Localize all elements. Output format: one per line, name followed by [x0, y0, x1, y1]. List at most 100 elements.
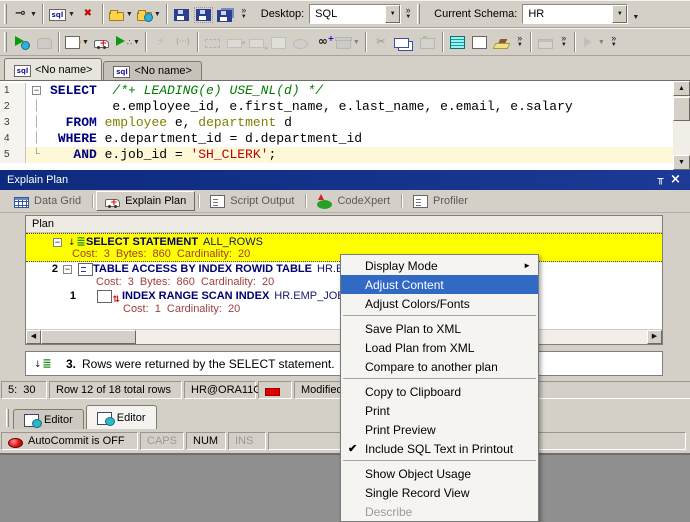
sql-editor-tab-1[interactable]: sql<No name>: [4, 58, 102, 80]
scroll-down-icon[interactable]: ▼: [673, 155, 690, 170]
editor-vertical-scrollbar[interactable]: ▲ ▼: [673, 81, 690, 170]
menu-item-load-plan-from-xml[interactable]: Load Plan from XML: [341, 338, 538, 357]
checkmark-icon: ✔: [348, 442, 357, 455]
current-schema-combo[interactable]: HR ▼: [522, 4, 628, 24]
sql-editor[interactable]: 1−SELECT /*+ LEADING(e) USE_NL(d) */2│ e…: [0, 80, 690, 170]
toolbar-grip[interactable]: [4, 32, 7, 52]
sql-code-area[interactable]: 1−SELECT /*+ LEADING(e) USE_NL(d) */2│ e…: [0, 81, 673, 170]
plan-column-header[interactable]: Plan: [26, 216, 662, 233]
toolbar-overflow-button[interactable]: »▼: [401, 3, 415, 25]
plan-context-menu: Display Mode►Adjust ContentAdjust Colors…: [340, 254, 539, 522]
code-text: FROM employee e, department d: [47, 115, 673, 131]
status-text: CAPS: [147, 435, 177, 447]
toolbar-overflow-button[interactable]: »▼: [513, 31, 527, 53]
dropdown-arrow-icon[interactable]: ▼: [133, 39, 140, 46]
code-line[interactable]: 3│ FROM employee e, department d: [0, 115, 673, 131]
eraser-icon: [493, 43, 511, 49]
menu-item-adjust-colors-fonts[interactable]: Adjust Colors/Fonts: [341, 294, 538, 313]
dropdown-arrow-icon[interactable]: ▼: [154, 11, 161, 18]
dropdown-arrow-icon[interactable]: ▼: [126, 11, 133, 18]
fold-margin[interactable]: −: [26, 83, 47, 99]
check-health-button[interactable]: [91, 31, 113, 53]
menu-item-adjust-content[interactable]: Adjust Content: [341, 275, 538, 294]
toolbar-overflow-button[interactable]: »▼: [557, 31, 571, 53]
save-all-button[interactable]: [215, 3, 237, 25]
menu-item-print[interactable]: Print: [341, 401, 538, 420]
save-as-button[interactable]: [193, 3, 215, 25]
dropdown-arrow-icon[interactable]: ▼: [598, 39, 605, 46]
save-all-icon: [217, 10, 232, 22]
window-tab-editor-1[interactable]: Editor: [13, 409, 84, 429]
menu-item-compare-to-another-plan[interactable]: Compare to another plan: [341, 357, 538, 376]
clear-button: ▼: [334, 31, 362, 53]
open-file-button[interactable]: ▼: [107, 3, 135, 25]
execute-as-script-button[interactable]: ▼: [63, 31, 91, 53]
plan-row-number: 1: [64, 289, 76, 303]
sql-editor-tab-2[interactable]: sql<No name>: [103, 61, 201, 80]
save-button[interactable]: [171, 3, 193, 25]
dropdown-arrow-icon[interactable]: ▼: [68, 11, 75, 18]
describe-select-button[interactable]: [447, 31, 469, 53]
open-schema-browser-button[interactable]: ▼: [135, 3, 163, 25]
tab-codexpert[interactable]: CodeXpert: [309, 191, 398, 211]
collapse-icon[interactable]: −: [53, 238, 62, 247]
dropdown-arrow-icon[interactable]: ▼: [353, 39, 360, 46]
code-line[interactable]: 5└ AND e.job_id = 'SH_CLERK';: [0, 147, 673, 163]
watch-variable-button[interactable]: ∞: [312, 31, 334, 53]
connect-button[interactable]: ⊸▼: [11, 3, 39, 25]
tab-explain-plan[interactable]: Explain Plan: [96, 191, 195, 211]
toolbar-grip[interactable]: [6, 409, 9, 427]
execute-explain-plan-button[interactable]: ▼: [113, 31, 142, 53]
window-tab-editor-2[interactable]: Editor: [86, 405, 157, 429]
disconnect-button[interactable]: ✖: [77, 3, 99, 25]
code-line[interactable]: 1−SELECT /*+ LEADING(e) USE_NL(d) */: [0, 83, 673, 99]
scrollbar-thumb[interactable]: [673, 97, 690, 121]
toolbar-grip[interactable]: [417, 4, 420, 24]
menu-item-label: Print Preview: [365, 423, 436, 437]
scroll-left-icon[interactable]: ◀: [26, 330, 41, 344]
line-number: 5: [0, 147, 26, 163]
status-panel: Row 12 of 18 total rows: [49, 381, 182, 399]
save-icon: [174, 9, 189, 21]
menu-item-show-object-usage[interactable]: Show Object Usage: [341, 464, 538, 483]
collapse-icon[interactable]: −: [63, 265, 72, 274]
toolbar-overflow-button[interactable]: »▼: [607, 31, 621, 53]
menu-item-save-plan-to-xml[interactable]: Save Plan to XML: [341, 319, 538, 338]
tab-profiler[interactable]: Profiler: [405, 191, 476, 211]
copy-button[interactable]: [392, 31, 417, 53]
toolbar-grip[interactable]: [4, 4, 7, 24]
new-document-button[interactable]: [469, 31, 491, 53]
chevron-down-icon[interactable]: ▼: [385, 5, 400, 23]
scroll-right-icon[interactable]: ▶: [647, 330, 662, 344]
dropdown-arrow-icon[interactable]: ▼: [82, 39, 89, 46]
close-icon[interactable]: ×: [668, 172, 683, 188]
code-line[interactable]: 2│ e.employee_id, e.first_name, e.last_n…: [0, 99, 673, 115]
select-statement-icon: ≣: [68, 234, 86, 250]
toolbar-options-arrow-icon[interactable]: ▼: [632, 14, 639, 21]
cut-button: ✂: [370, 31, 392, 53]
scroll-up-icon[interactable]: ▲: [673, 81, 690, 96]
tab-data-grid[interactable]: Data Grid: [6, 191, 89, 211]
code-line[interactable]: 4│ WHERE e.department_id = d.department_…: [0, 131, 673, 147]
tab-script-output[interactable]: Script Output: [202, 191, 302, 211]
halt-execution-button: [33, 31, 55, 53]
collapse-icon[interactable]: −: [32, 86, 41, 95]
menu-item-print-preview[interactable]: Print Preview: [341, 420, 538, 439]
sql-window-icon: sql: [49, 9, 66, 21]
pin-icon[interactable]: ╥: [653, 172, 668, 188]
ellipsis-icon: (···): [175, 34, 190, 50]
scrollbar-thumb[interactable]: [41, 330, 136, 344]
chevron-down-icon[interactable]: ▼: [612, 5, 627, 23]
desktop-combo[interactable]: SQL ▼: [309, 4, 401, 24]
gray-play-icon: [581, 34, 596, 50]
new-sql-window-button[interactable]: sql▼: [47, 3, 77, 25]
menu-item-include-sql-text-in-printout[interactable]: ✔Include SQL Text in Printout: [341, 439, 538, 458]
menu-item-single-record-view[interactable]: Single Record View: [341, 483, 538, 502]
fold-margin: └: [26, 147, 47, 163]
menu-item-copy-to-clipboard[interactable]: Copy to Clipboard: [341, 382, 538, 401]
execute-statement-button[interactable]: [11, 31, 33, 53]
syntax-highlight-button[interactable]: [491, 31, 513, 53]
toolbar-overflow-button[interactable]: »▼: [237, 3, 251, 25]
menu-item-display-mode[interactable]: Display Mode►: [341, 256, 538, 275]
dropdown-arrow-icon[interactable]: ▼: [30, 11, 37, 18]
